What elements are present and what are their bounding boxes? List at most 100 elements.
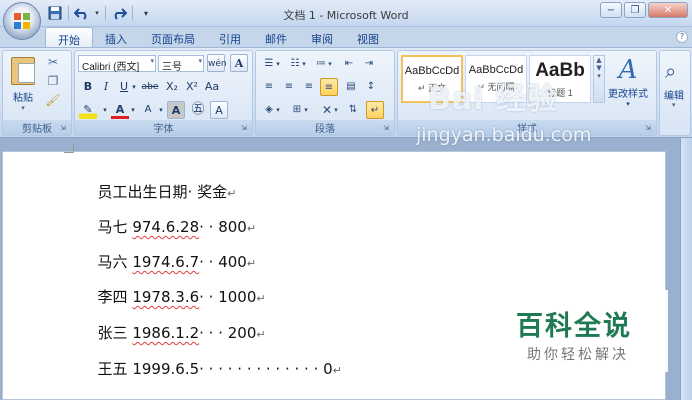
increase-indent-icon[interactable]: ⇥ <box>360 55 378 73</box>
clipboard-icon <box>11 57 35 85</box>
cut-icon[interactable]: ✂ <box>45 55 61 71</box>
title-bar: ▾ ▾ 文档 1 - Microsoft Word − ❐ ✕ <box>0 0 692 27</box>
char-shading-button[interactable]: A <box>167 101 185 119</box>
italic-button[interactable]: I <box>97 78 115 96</box>
page-corner-mark <box>64 143 74 153</box>
phonetic-guide-icon[interactable]: wén <box>207 54 227 72</box>
change-styles-icon: A <box>618 55 638 85</box>
sort-icon[interactable]: ⇅ <box>344 101 362 119</box>
justify-icon[interactable]: ≡ <box>320 78 338 96</box>
employee-name: 王五 <box>97 360 128 378</box>
chevron-down-icon[interactable]: ▾ <box>101 101 109 119</box>
tab-home[interactable]: 开始 <box>45 27 93 48</box>
tab-insert[interactable]: 插入 <box>93 27 139 48</box>
url-watermark: jingyan.baidu.com <box>416 124 592 146</box>
dialog-launcher-icon[interactable]: ⇲ <box>60 124 69 133</box>
highlight-icon[interactable]: ✎ <box>79 101 97 119</box>
clear-format-icon[interactable]: A <box>230 54 248 72</box>
paragraph-mark: ↵ <box>332 364 342 377</box>
change-styles-label: 更改样式 <box>608 89 648 100</box>
subscript-button[interactable]: X₂ <box>163 78 181 96</box>
slogan-watermark: 助你轻松解决 <box>527 347 629 363</box>
paste-button[interactable]: 粘贴 ▾ <box>6 54 40 116</box>
tab-page-layout[interactable]: 页面布局 <box>139 27 207 48</box>
window-controls: − ❐ ✕ <box>600 2 688 18</box>
document-line[interactable]: 李四 1978.3.6· · 1000↵ <box>88 268 266 307</box>
decrease-indent-icon[interactable]: ⇤ <box>340 55 358 73</box>
tab-review[interactable]: 审阅 <box>299 27 345 48</box>
format-painter-icon[interactable]: 🖌 <box>45 93 61 109</box>
dialog-launcher-icon[interactable]: ⇲ <box>383 124 392 133</box>
tab-mailings[interactable]: 邮件 <box>253 27 299 48</box>
dialog-launcher-icon[interactable]: ⇲ <box>645 124 654 133</box>
font-name-select[interactable]: Calibri (西文] ▾ <box>78 55 156 73</box>
chevron-down-icon: ▾ <box>672 101 676 109</box>
office-logo-icon <box>14 13 30 29</box>
document-line[interactable]: 王五 1999.6.5· · · · · · · · · · · · · 0↵ <box>88 340 342 379</box>
minimize-button[interactable]: − <box>600 2 622 18</box>
font-group-label: 字体 <box>75 120 252 135</box>
document-line[interactable]: 张三 1986.1.2· · · 200↵ <box>88 304 266 343</box>
ribbon-minimize-icon[interactable]: ? <box>676 31 688 43</box>
align-right-icon[interactable]: ≡ <box>300 78 318 96</box>
document-line[interactable]: 员工出生日期· 奖金↵ <box>88 163 237 202</box>
dialog-launcher-icon[interactable]: ⇲ <box>241 124 250 133</box>
chevron-down-icon[interactable]: ▾ <box>300 55 308 73</box>
editing-label: 编辑 <box>664 91 684 102</box>
font-size-value: 三号 <box>162 62 182 73</box>
align-center-icon[interactable]: ≡ <box>280 78 298 96</box>
chevron-down-icon[interactable]: ▾ <box>326 55 334 73</box>
chevron-down-icon[interactable]: ▾ <box>332 101 340 119</box>
superscript-button[interactable]: X² <box>183 78 201 96</box>
chevron-down-icon[interactable]: ▾ <box>274 101 282 119</box>
font-group: Calibri (西文] ▾ 三号 ▾ wén A B I U ▾ abe X₂ X… <box>74 50 253 136</box>
document-line[interactable]: 马六 1974.6.7· · 400↵ <box>88 233 257 272</box>
distributed-icon[interactable]: ▤ <box>342 78 360 96</box>
change-styles-button[interactable]: A 更改样式 ▾ <box>606 55 650 108</box>
copy-icon[interactable]: ❐ <box>45 74 61 90</box>
spacer-dots: · · · · · · · · · · · · · <box>199 360 324 378</box>
baidu-watermark: Bai 经验 <box>428 82 558 117</box>
change-case-button[interactable]: Aa <box>203 78 221 96</box>
chevron-down-icon[interactable]: ▾ <box>302 101 310 119</box>
editing-group[interactable]: ⌕ 编辑 ▾ <box>659 50 691 136</box>
enclose-char-icon[interactable]: ㊄ <box>189 101 207 119</box>
font-color-button[interactable]: A <box>111 101 129 119</box>
close-button[interactable]: ✕ <box>648 2 688 18</box>
bold-button[interactable]: B <box>79 78 97 96</box>
strikethrough-button[interactable]: abe <box>141 78 159 96</box>
chevron-down-icon: ▾ <box>21 104 25 112</box>
tab-view[interactable]: 视图 <box>345 27 391 48</box>
chevron-down-icon[interactable]: ▾ <box>129 101 137 119</box>
binoculars-icon: ⌕ <box>665 59 677 83</box>
chevron-down-icon[interactable]: ▾ <box>130 78 138 96</box>
paste-label: 粘贴 <box>13 93 33 104</box>
vertical-ruler <box>680 138 692 400</box>
char-border-button[interactable]: A <box>210 101 228 119</box>
chevron-down-icon: ▾ <box>150 58 154 65</box>
font-size-select[interactable]: 三号 ▾ <box>158 55 204 73</box>
birth-date: 1999.6.5 <box>132 360 200 378</box>
line-spacing-icon[interactable]: ↕ <box>362 78 380 96</box>
paragraph-group: ☰ ▾ ☷ ▾ ≔ ▾ ⇤ ⇥ ≡ ≡ ≡ ≡ ▤ ↕ ◈ ▾ ⊞ ▾ ✕ ▾ … <box>255 50 395 136</box>
chevron-down-icon[interactable]: ▾ <box>157 101 165 119</box>
font-name-value: Calibri (西文] <box>82 62 140 73</box>
tab-references[interactable]: 引用 <box>207 27 253 48</box>
window-title: 文档 1 - Microsoft Word <box>283 9 409 22</box>
chevron-down-icon[interactable]: ▾ <box>274 55 282 73</box>
ribbon-tabs: 开始 插入 页面布局 引用 邮件 审阅 视图 <box>45 27 391 48</box>
show-marks-icon[interactable]: ↵ <box>366 101 384 119</box>
clipboard-small-buttons: ✂ ❐ 🖌 <box>45 55 61 109</box>
bonus-amount: 0 <box>323 360 333 378</box>
document-line[interactable]: 马七 974.6.28· · 800↵ <box>88 198 257 237</box>
brand-watermark: 百科全说 <box>516 311 632 342</box>
grow-font-button[interactable]: A <box>139 101 157 119</box>
align-left-icon[interactable]: ≡ <box>260 78 278 96</box>
styles-scroll[interactable]: ▲ ▼ ▾ <box>593 55 605 103</box>
chevron-down-icon: ▾ <box>198 58 202 65</box>
clipboard-group: 粘贴 ▾ ✂ ❐ 🖌 剪贴板 ⇲ <box>2 50 72 136</box>
chevron-down-icon: ▾ <box>626 100 630 108</box>
paragraph-group-label: 段落 <box>256 120 394 135</box>
restore-button[interactable]: ❐ <box>624 2 646 18</box>
office-button[interactable] <box>3 2 41 40</box>
